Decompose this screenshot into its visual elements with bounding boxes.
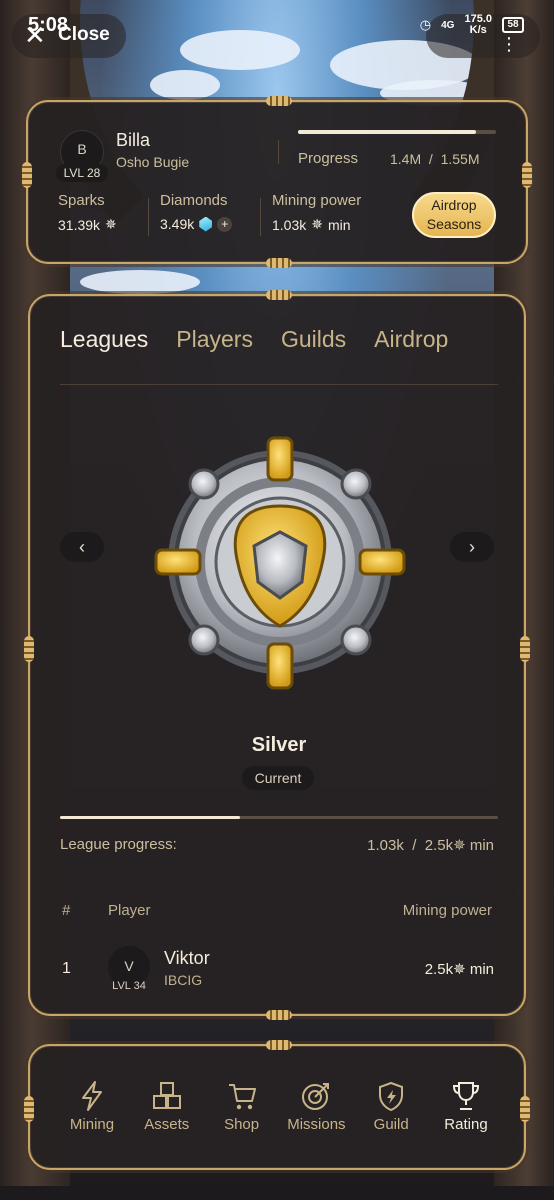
battery-icon: 58 [502, 17, 524, 33]
shield-icon [379, 1081, 404, 1112]
tab-divider [60, 384, 498, 385]
league-progress-fill [60, 816, 240, 819]
close-icon[interactable]: ✕ [24, 22, 46, 48]
profile-panel: B LVL 28 Billa Osho Bugie Progress 1.4M … [22, 96, 532, 268]
diamonds-value: 3.49k + [160, 216, 233, 232]
nav-assets[interactable]: Assets [135, 1080, 199, 1133]
chevron-right-icon: › [469, 537, 475, 557]
network-type: 4G [441, 19, 455, 31]
diamond-icon [199, 216, 213, 232]
player-header: Player [108, 902, 151, 919]
league-progress-bar [60, 816, 498, 819]
current-league-badge: Current [242, 766, 314, 790]
trophy-icon [452, 1082, 479, 1110]
league-name: Silver [251, 734, 307, 756]
player-level: LVL 34 [112, 980, 146, 992]
league-progress-label: League progress: [60, 836, 177, 853]
mining-power-label: Mining power [272, 192, 362, 209]
tab-bar: Leagues Players Guilds Airdrop [60, 326, 448, 353]
diamonds-label: Diamonds [160, 192, 228, 209]
player-guild: IBCIG [164, 972, 203, 988]
target-icon [302, 1083, 330, 1110]
user-subtitle: Osho Bugie [116, 154, 190, 170]
tab-guilds[interactable]: Guilds [281, 326, 346, 353]
username: Billa [116, 130, 151, 150]
player-rank: 1 [62, 960, 71, 977]
airdrop-seasons-button[interactable]: Airdrop Seasons [412, 192, 496, 238]
spark-icon: ✵ [311, 216, 323, 232]
nav-mining[interactable]: Mining [60, 1080, 124, 1133]
leagues-panel: Leagues Players Guilds Airdrop ‹ › Silve… [24, 290, 530, 1020]
nav-rating[interactable]: Rating [434, 1080, 498, 1133]
bottom-edge [0, 1186, 554, 1200]
mining-power-header: Mining power [402, 902, 492, 919]
tab-players[interactable]: Players [176, 326, 253, 353]
spark-icon: ✵ [453, 961, 466, 978]
chevron-left-icon: ‹ [79, 537, 85, 557]
sparks-value: 31.39k ✵ [58, 216, 117, 233]
silver-league-badge [154, 436, 406, 690]
league-progress-value: 1.03k / 2.5k✵ min [367, 837, 494, 854]
mining-power-value: 1.03k ✵ min [272, 216, 351, 233]
spark-icon: ✵ [453, 837, 466, 854]
status-bar: 5:08 ✕ Close ◷ 4G 175.0 K/s 58 ⋮ [0, 0, 554, 58]
progress-label: Progress [298, 150, 359, 167]
add-diamonds-icon[interactable]: + [217, 216, 233, 232]
cubes-icon [152, 1082, 181, 1109]
player-name: Viktor [164, 948, 210, 968]
alarm-icon: ◷ [419, 17, 432, 32]
close-label[interactable]: Close [58, 24, 110, 46]
previous-league-button[interactable]: ‹ [60, 532, 104, 562]
cart-icon [228, 1084, 256, 1110]
lightning-icon [82, 1081, 102, 1111]
nav-missions[interactable]: Missions [284, 1080, 348, 1133]
progress-bar [298, 130, 496, 134]
rank-header: # [62, 902, 71, 919]
bottom-navigation: Mining Assets Shop Missions Guild Rating [24, 1040, 530, 1170]
next-league-button[interactable]: › [450, 532, 494, 562]
more-menu-icon[interactable]: ⋮ [500, 34, 518, 55]
network-speed: 175.0 K/s [464, 13, 492, 36]
tab-airdrop[interactable]: Airdrop [374, 326, 448, 353]
system-icons: ◷ 4G 175.0 K/s 58 [420, 14, 524, 36]
tab-leagues[interactable]: Leagues [60, 326, 148, 353]
nav-guild[interactable]: Guild [359, 1080, 423, 1133]
nav-shop[interactable]: Shop [210, 1080, 274, 1133]
sparks-label: Sparks [58, 192, 105, 209]
level-badge: LVL 28 [56, 164, 108, 182]
progress-fill [298, 130, 477, 134]
player-mining-power: 2.5k✵ min [424, 961, 494, 978]
spark-icon: ✵ [105, 216, 117, 232]
progress-value: 1.4M / 1.55M [390, 151, 480, 167]
